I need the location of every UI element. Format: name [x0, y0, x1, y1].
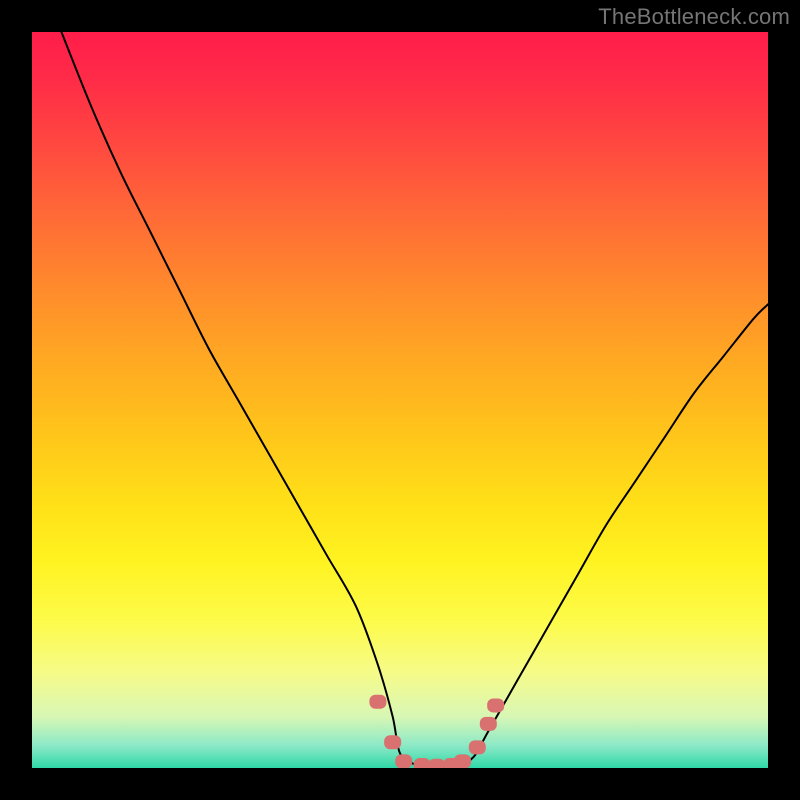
marker-dot	[369, 695, 386, 709]
highlight-dots	[369, 695, 504, 768]
plot-area	[32, 32, 768, 768]
marker-dot	[480, 717, 497, 731]
marker-dot	[384, 735, 401, 749]
curve-svg	[32, 32, 768, 768]
watermark-text: TheBottleneck.com	[598, 4, 790, 30]
marker-dot	[428, 759, 445, 768]
marker-dot	[487, 698, 504, 712]
marker-dot	[395, 754, 412, 768]
marker-dot	[414, 758, 431, 768]
marker-dot	[443, 758, 460, 768]
marker-dot	[469, 740, 486, 754]
marker-dot	[454, 754, 471, 768]
plot-frame: TheBottleneck.com	[0, 0, 800, 800]
bottleneck-curve	[61, 32, 768, 766]
